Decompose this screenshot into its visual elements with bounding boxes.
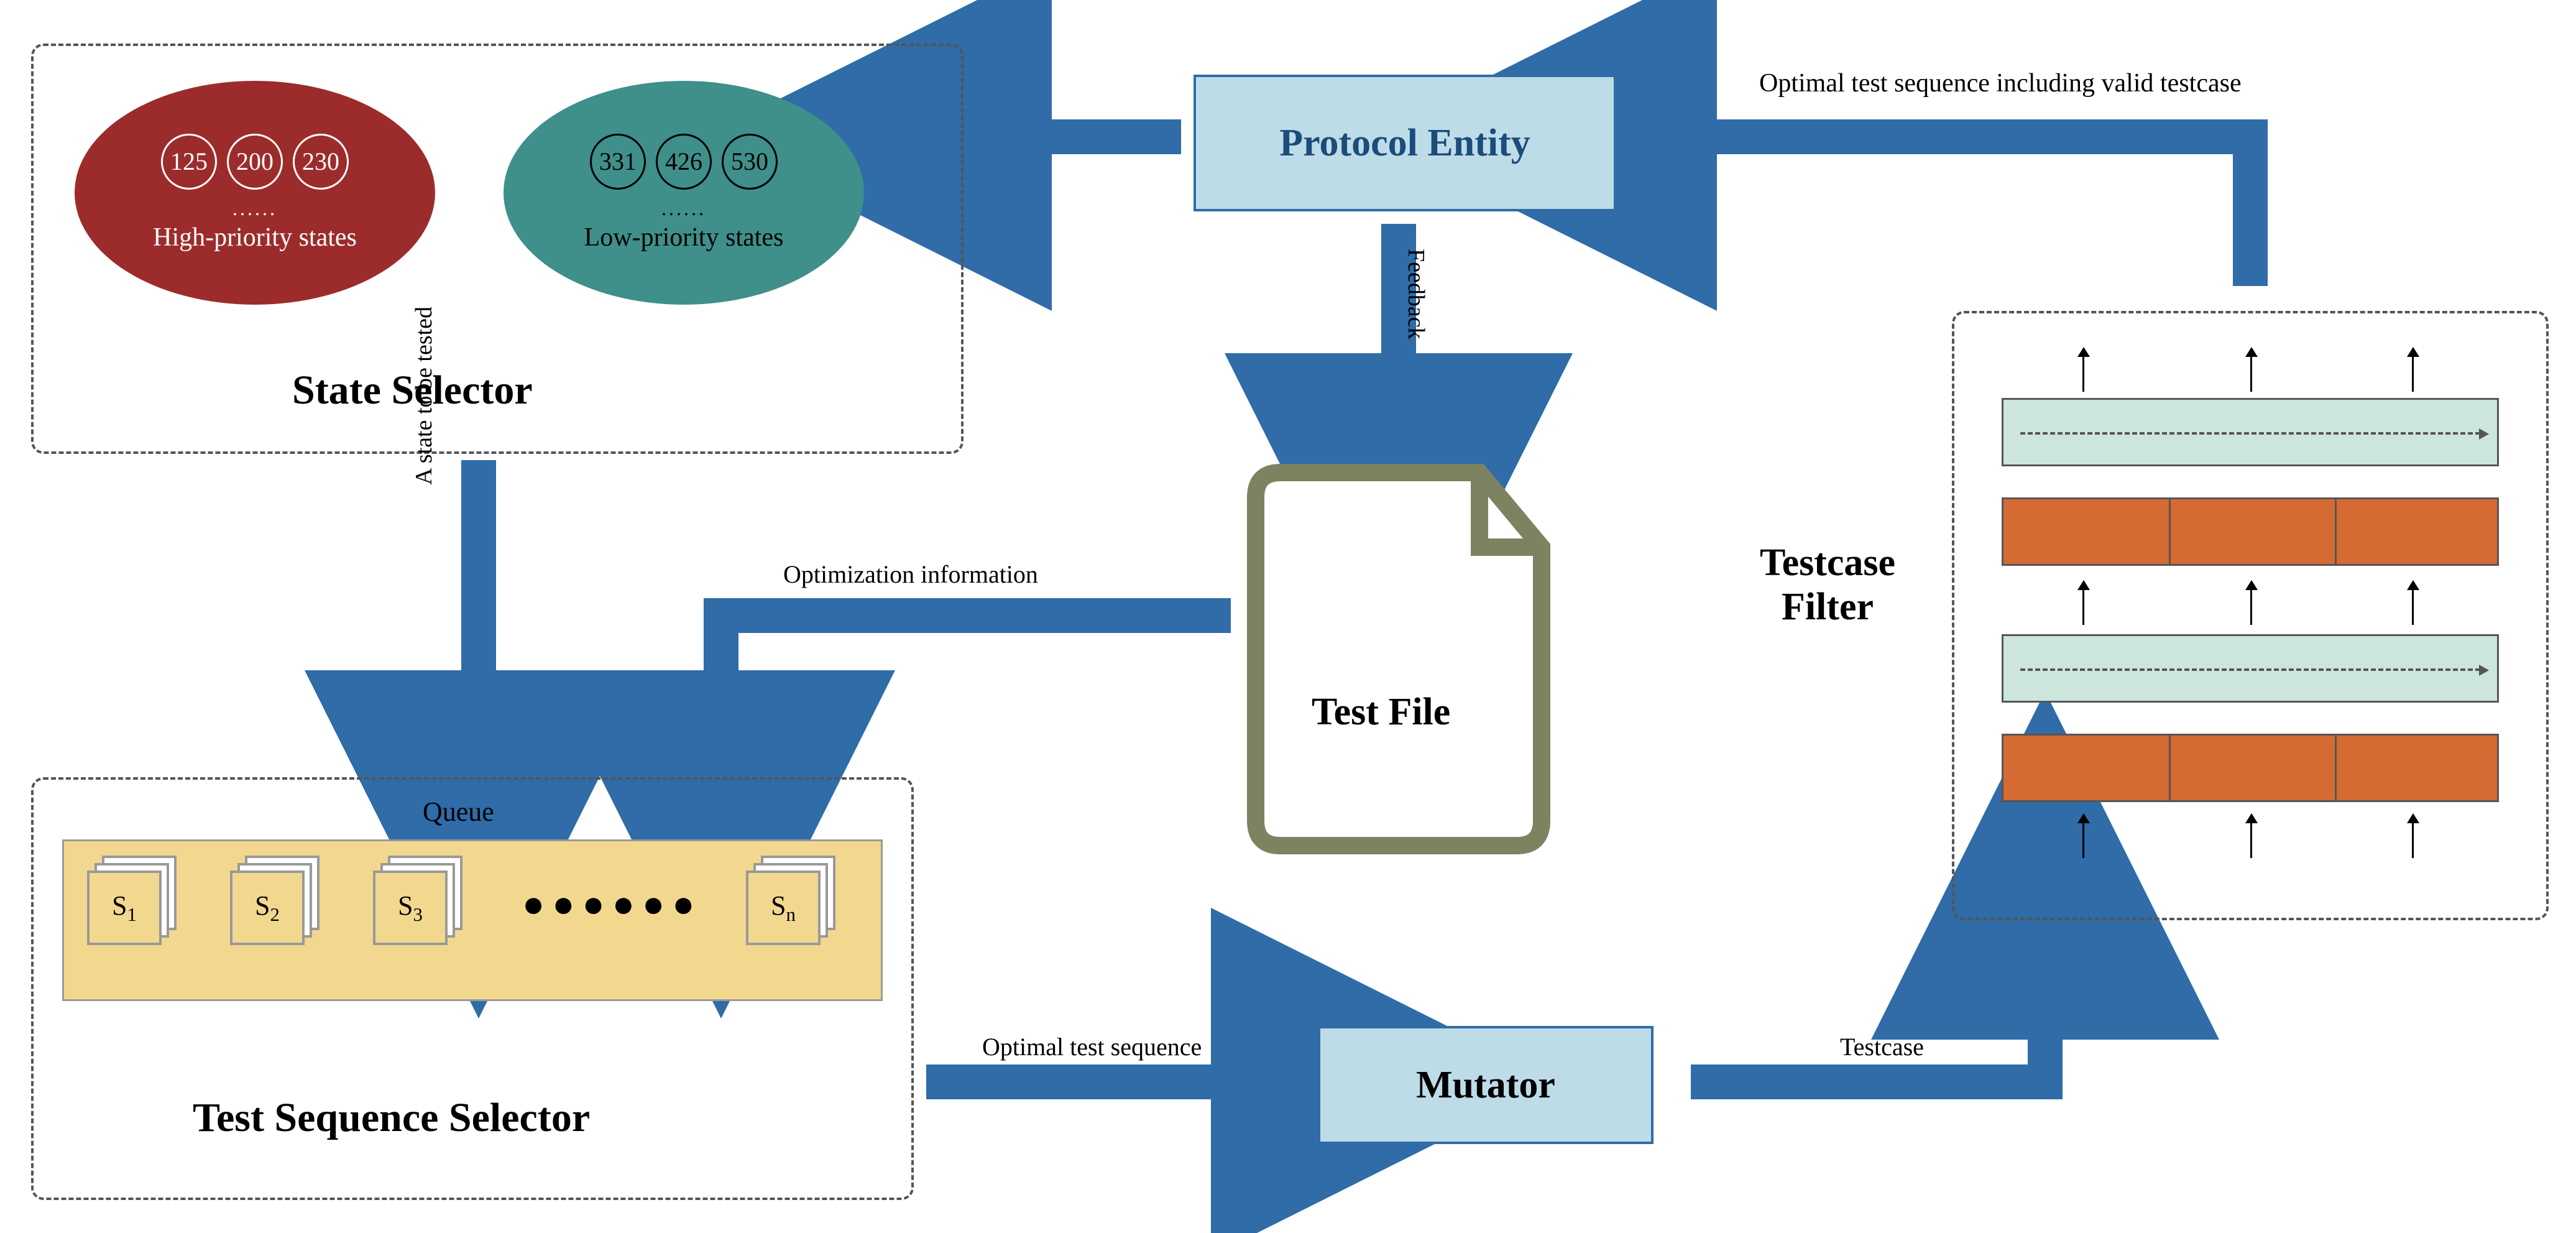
label-state-to-be-tested: A state to be tested: [410, 307, 438, 485]
testcase-filter-title: Testcase Filter: [1716, 541, 1939, 629]
ellipsis: ......: [232, 197, 277, 220]
mutator-box: Mutator: [1318, 1026, 1654, 1144]
filter-dashed-arrow: [2020, 432, 2480, 435]
filter-orange-row: [2002, 497, 2499, 566]
code-circle: 200: [227, 134, 283, 190]
label-testcase: Testcase: [1840, 1032, 1924, 1061]
tiny-arrow-up-icon: [2082, 588, 2084, 625]
filter-dashed-arrow: [2020, 668, 2480, 671]
protocol-entity-box: Protocol Entity: [1194, 75, 1616, 211]
label-optimal-valid: Optimal test sequence including valid te…: [1759, 68, 2242, 98]
code-circle: 230: [293, 134, 349, 190]
queue-item-sub: 3: [413, 904, 423, 925]
queue-item-sub: n: [786, 904, 796, 925]
code-circle: 331: [590, 134, 646, 190]
protocol-entity-label: Protocol Entity: [1279, 121, 1530, 165]
high-priority-ellipse: 125 200 230 ...... High-priority states: [75, 81, 435, 305]
tiny-arrow-up-icon: [2082, 821, 2084, 858]
code-circle: 125: [161, 134, 217, 190]
test-file-icon: Test File: [1243, 460, 1566, 858]
ellipsis: ......: [661, 197, 706, 220]
queue-title: Queue: [423, 796, 494, 828]
testcase-filter-line1: Testcase: [1716, 541, 1939, 585]
arrow-tcf-to-pe: [1647, 137, 2250, 286]
low-priority-codes: 331 426 530: [585, 134, 783, 190]
queue-dots: ●●●●●●: [522, 883, 702, 926]
tiny-arrow-up-icon: [2082, 354, 2084, 392]
queue-item-sub: 1: [127, 904, 137, 925]
test-sequence-selector-title: Test Sequence Selector: [193, 1094, 590, 1142]
queue-item-label: S: [255, 890, 270, 921]
high-priority-codes: 125 200 230: [156, 134, 354, 190]
code-circle: 426: [656, 134, 712, 190]
high-priority-label: High-priority states: [153, 223, 357, 252]
code-circle: 530: [722, 134, 778, 190]
queue-item-label: S: [112, 890, 127, 921]
arrow-mut-to-tf: [1691, 970, 2045, 1082]
tiny-arrow-up-icon: [2412, 821, 2414, 858]
queue-item-label: S: [398, 890, 413, 921]
label-optimization-info: Optimization information: [783, 560, 1038, 589]
tiny-arrow-up-icon: [2250, 354, 2252, 392]
low-priority-ellipse: 331 426 530 ...... Low-priority states: [504, 81, 864, 305]
label-feedback: Feedback: [1402, 249, 1430, 339]
testcase-filter-line2: Filter: [1716, 585, 1939, 629]
tiny-arrow-up-icon: [2412, 354, 2414, 392]
label-optimal-test-sequence: Optimal test sequence: [982, 1032, 1202, 1061]
queue-item-sub: 2: [270, 904, 280, 925]
queue-item-label: S: [771, 890, 786, 921]
test-file-label: Test File: [1312, 690, 1450, 734]
tiny-arrow-up-icon: [2412, 588, 2414, 625]
tiny-arrow-up-icon: [2250, 588, 2252, 625]
arrow-tf-to-tss: [721, 616, 1231, 740]
filter-orange-row: [2002, 734, 2499, 802]
low-priority-label: Low-priority states: [584, 223, 784, 252]
mutator-label: Mutator: [1416, 1063, 1555, 1107]
tiny-arrow-up-icon: [2250, 821, 2252, 858]
